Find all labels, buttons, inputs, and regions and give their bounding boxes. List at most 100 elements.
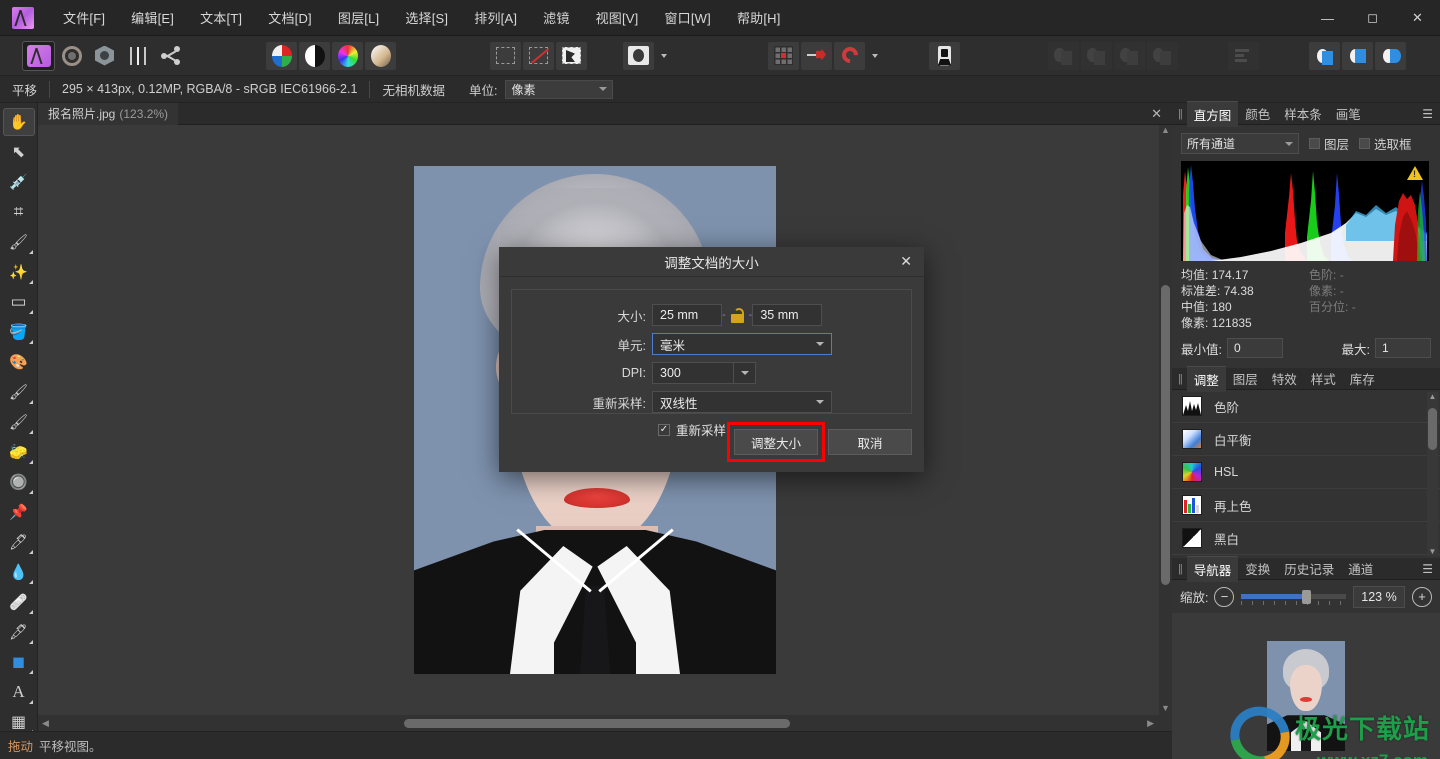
boolean-intersect-icon[interactable] bbox=[1375, 41, 1406, 70]
pixel-tube-icon[interactable] bbox=[929, 41, 960, 70]
size-height-input[interactable]: 35 mm bbox=[752, 304, 823, 326]
color-replacement-tool[interactable]: 🖌 bbox=[3, 408, 35, 436]
panel-menu-icon[interactable]: ☰ bbox=[1422, 562, 1433, 576]
tab-layers[interactable]: 图层 bbox=[1226, 366, 1265, 391]
minimize-button[interactable]: — bbox=[1305, 0, 1350, 36]
magnet-icon[interactable] bbox=[834, 41, 865, 70]
move-forward-icon[interactable] bbox=[1081, 41, 1112, 70]
menu-view[interactable]: 视图[V] bbox=[583, 3, 652, 32]
deselect-icon[interactable] bbox=[523, 41, 554, 70]
gradient-icon[interactable] bbox=[365, 41, 396, 70]
tab-histogram[interactable]: 直方图 bbox=[1186, 100, 1239, 127]
zoom-in-button[interactable]: + bbox=[1412, 586, 1432, 607]
channel-select[interactable]: 所有通道 bbox=[1181, 133, 1299, 154]
menu-select[interactable]: 选择[S] bbox=[392, 3, 461, 32]
adjustments-scroll-thumb[interactable] bbox=[1428, 408, 1437, 450]
adjustment-item-hsl[interactable]: HSL bbox=[1172, 456, 1440, 489]
scroll-right-arrow-icon[interactable]: ▶ bbox=[1147, 718, 1154, 729]
color-picker-tool[interactable]: 💉 bbox=[3, 168, 35, 196]
pen-tool[interactable]: 🖋 bbox=[3, 618, 35, 646]
marquee-checkbox[interactable] bbox=[1359, 138, 1371, 149]
panel-grip-icon[interactable]: || bbox=[1172, 373, 1187, 385]
menu-filter[interactable]: 滤镜 bbox=[530, 3, 582, 32]
dpi-input[interactable]: 300 bbox=[652, 362, 734, 384]
tab-effects[interactable]: 特效 bbox=[1265, 366, 1304, 391]
move-tool[interactable]: ⬉ bbox=[3, 138, 35, 166]
tone-mapping-persona-icon[interactable] bbox=[122, 42, 153, 70]
menu-help[interactable]: 帮助[H] bbox=[724, 3, 794, 32]
crop-tool[interactable]: ⌗ bbox=[3, 198, 35, 226]
grid-icon[interactable] bbox=[768, 41, 799, 70]
align-icon[interactable] bbox=[1228, 41, 1259, 70]
cancel-button[interactable]: 取消 bbox=[828, 429, 912, 455]
channels-icon[interactable] bbox=[266, 41, 297, 70]
menu-edit[interactable]: 编辑[E] bbox=[118, 3, 187, 32]
navigator-preview[interactable]: 极光下载站 www.xz7.com bbox=[1172, 613, 1440, 759]
boolean-add-icon[interactable] bbox=[1309, 41, 1340, 70]
contrast-icon[interactable] bbox=[299, 41, 330, 70]
unit-select[interactable]: 像素 bbox=[505, 79, 614, 99]
move-to-back-icon[interactable] bbox=[1147, 41, 1178, 70]
marquee-checkbox-wrap[interactable]: 选取框 bbox=[1359, 134, 1412, 153]
menu-document[interactable]: 文档[D] bbox=[255, 3, 325, 32]
ellipse-shape-icon[interactable] bbox=[623, 41, 654, 70]
magnet-dropdown-icon[interactable] bbox=[867, 42, 881, 70]
color-wheel-icon[interactable] bbox=[332, 41, 363, 70]
tab-transform[interactable]: 变换 bbox=[1238, 556, 1277, 581]
move-backward-icon[interactable] bbox=[1114, 41, 1145, 70]
tab-history[interactable]: 历史记录 bbox=[1277, 556, 1341, 581]
develop-persona-icon[interactable] bbox=[89, 42, 120, 70]
close-button[interactable]: ✕ bbox=[1395, 0, 1440, 36]
export-persona-icon[interactable] bbox=[155, 42, 186, 70]
panel-menu-icon[interactable]: ☰ bbox=[1422, 107, 1433, 121]
flood-select-tool[interactable]: ✨ bbox=[3, 258, 35, 286]
close-document-icon[interactable]: ✕ bbox=[1151, 106, 1162, 122]
menu-window[interactable]: 窗口[W] bbox=[651, 3, 724, 32]
tab-adjustments[interactable]: 调整 bbox=[1186, 365, 1226, 392]
document-tab[interactable]: 报名照片.jpg (123.2%) bbox=[38, 102, 179, 125]
zoom-slider-knob[interactable] bbox=[1302, 589, 1312, 604]
zoom-out-button[interactable]: − bbox=[1214, 586, 1235, 607]
retouch-tool[interactable]: 🖊 bbox=[3, 528, 35, 556]
marquee-tool[interactable]: ▭ bbox=[3, 288, 35, 316]
menu-text[interactable]: 文本[T] bbox=[187, 3, 255, 32]
zoom-value-input[interactable]: 123 % bbox=[1353, 585, 1405, 608]
max-input[interactable]: 1 bbox=[1375, 338, 1431, 358]
rectangle-tool[interactable]: ◼ bbox=[3, 648, 35, 676]
min-input[interactable]: 0 bbox=[1226, 338, 1283, 358]
adjustment-item-recolor[interactable]: 再上色 bbox=[1172, 489, 1440, 522]
adjustment-item-levels[interactable]: 色阶 bbox=[1172, 390, 1440, 423]
canvas-hscroll-thumb[interactable] bbox=[404, 718, 790, 728]
move-to-front-icon[interactable] bbox=[1048, 41, 1079, 70]
canvas-vscroll-thumb[interactable] bbox=[1161, 285, 1170, 585]
resample-dropdown[interactable]: 双线性 bbox=[652, 391, 832, 413]
adjustment-item-black-white[interactable]: 黑白 bbox=[1172, 522, 1440, 555]
panel-grip-icon[interactable]: || bbox=[1172, 563, 1187, 575]
dialog-close-icon[interactable]: ✕ bbox=[900, 253, 912, 270]
canvas-horizontal-scrollbar[interactable]: ◀ ▶ bbox=[38, 715, 1172, 731]
selection-brush-tool[interactable]: 🖌 bbox=[3, 228, 35, 256]
boolean-subtract-icon[interactable] bbox=[1342, 41, 1373, 70]
tab-channels[interactable]: 通道 bbox=[1341, 556, 1380, 581]
dodge-tool[interactable]: 🔘 bbox=[3, 468, 35, 496]
dpi-dropdown-button[interactable] bbox=[734, 362, 756, 384]
panel-grip-icon[interactable]: || bbox=[1172, 108, 1187, 120]
unlocked-padlock-icon[interactable] bbox=[730, 307, 744, 323]
scroll-left-arrow-icon[interactable]: ◀ bbox=[42, 718, 49, 729]
refine-selection-icon[interactable] bbox=[556, 41, 587, 70]
flood-fill-tool[interactable]: 🪣 bbox=[3, 318, 35, 346]
resample-checkbox[interactable]: ✓ bbox=[658, 423, 670, 436]
maximize-button[interactable]: ◻ bbox=[1350, 0, 1395, 36]
liquify-persona-icon[interactable] bbox=[56, 42, 87, 70]
patch-tool[interactable]: 🩹 bbox=[3, 588, 35, 616]
adjustment-item-white-balance[interactable]: 白平衡 bbox=[1172, 423, 1440, 456]
adjustments-scrollbar[interactable]: ▲ ▼ bbox=[1427, 392, 1438, 556]
text-tool[interactable]: A bbox=[3, 678, 35, 706]
histogram-graph[interactable] bbox=[1181, 161, 1429, 261]
menu-layer[interactable]: 图层[L] bbox=[325, 3, 392, 32]
layer-checkbox[interactable] bbox=[1309, 138, 1320, 149]
menu-file[interactable]: 文件[F] bbox=[50, 3, 118, 32]
paint-brush-tool[interactable]: 🖌 bbox=[3, 378, 35, 406]
photo-persona-icon[interactable] bbox=[22, 40, 55, 71]
tab-brushes[interactable]: 画笔 bbox=[1329, 101, 1368, 126]
